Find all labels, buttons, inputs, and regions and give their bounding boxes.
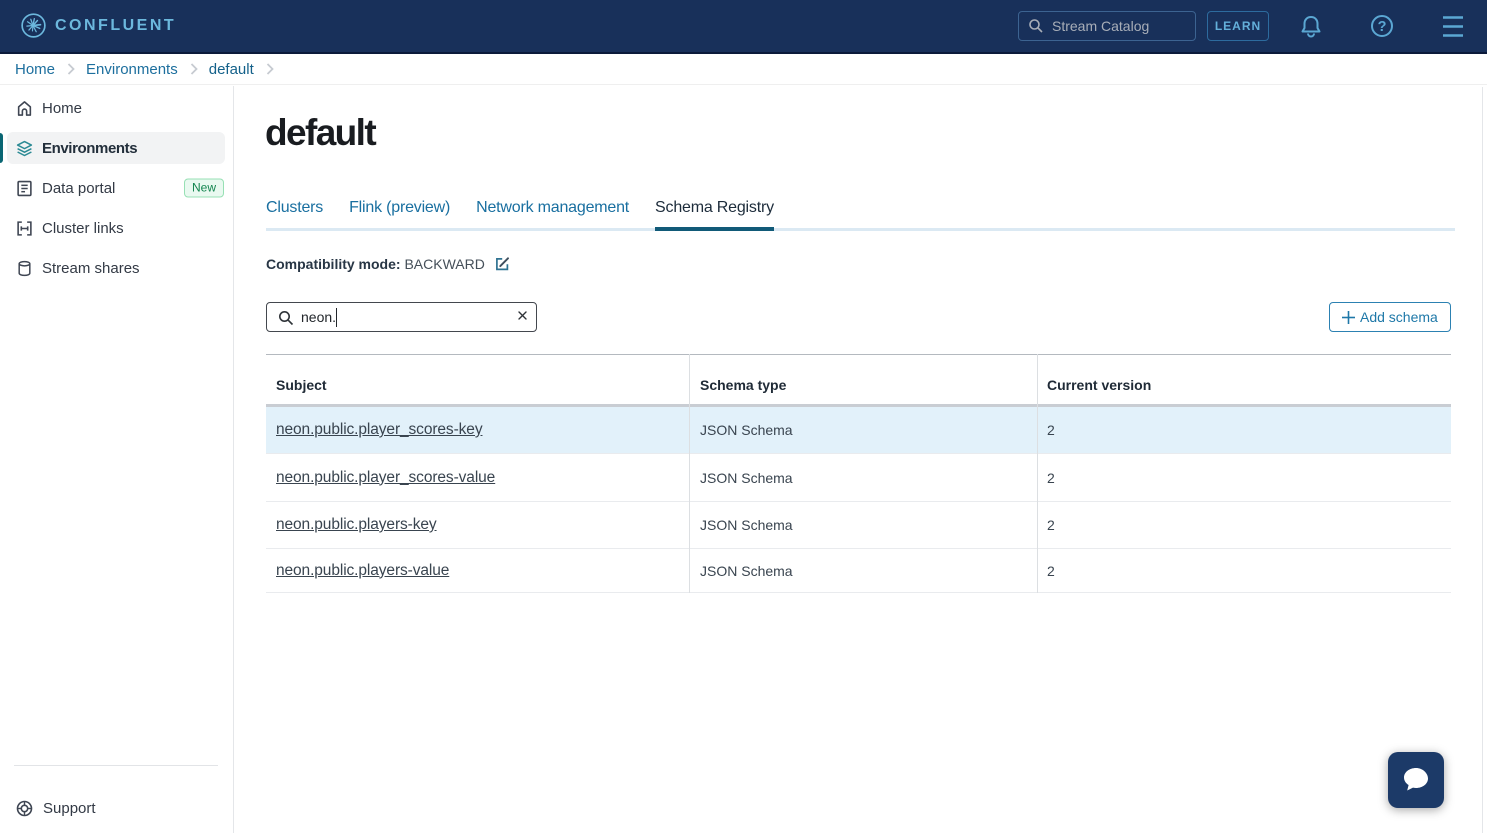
svg-text:?: ? — [1378, 19, 1387, 35]
